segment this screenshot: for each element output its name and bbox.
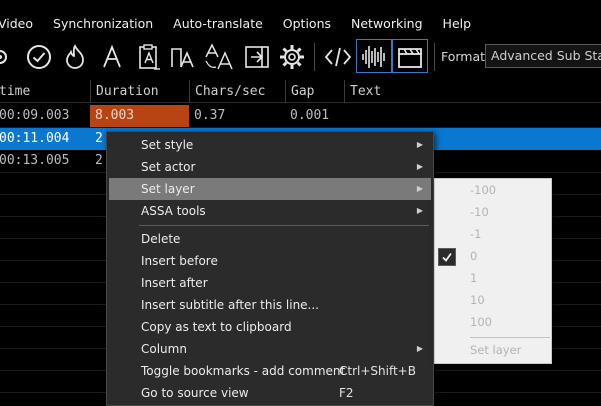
toolbar: Format Advanced Sub Station Alpha [0,38,601,76]
layer-option[interactable]: 10 [435,289,551,311]
app-window: Video Synchronization Auto-translate Opt… [0,0,601,406]
menu-item-column[interactable]: Column ▶ [109,338,431,360]
grid-header: time Duration Chars/sec Gap Text [0,80,601,103]
toolbar-separator [314,43,315,71]
layer-option-checked[interactable]: 0 [435,245,551,267]
layer-option-label: -100 [470,183,497,197]
menu-item-label: Go to source view [141,386,249,400]
toolbar-separator [434,43,435,71]
menu-item-label: Insert subtitle after this line... [141,298,319,312]
menu-bar: Video Synchronization Auto-translate Opt… [0,10,601,38]
menu-item-label: Delete [141,232,181,246]
menu-item-label: Insert after [141,276,208,290]
settings-partial-icon[interactable] [0,38,14,76]
menu-options[interactable]: Options [273,10,341,38]
font-letter-icon[interactable] [98,38,126,76]
menu-item-go-to-source-view[interactable]: Go to source view F2 [109,382,431,404]
menu-item-insert-after[interactable]: Insert after [109,272,431,294]
menu-item-label: Set style [141,138,194,152]
translate-letters-icon[interactable] [204,38,236,76]
menu-item-label: Copy as text to clipboard [141,320,292,334]
checkmark-icon [438,248,456,266]
layer-option[interactable]: -10 [435,201,551,223]
menu-item-label: Column [141,342,187,356]
menu-item-label: ASSA tools [141,204,206,218]
submenu-arrow-icon: ▶ [416,184,423,193]
format-select[interactable]: Advanced Sub Station Alpha [485,44,601,68]
layer-option-label: 10 [470,293,485,307]
menu-item-toggle-bookmarks[interactable]: Toggle bookmarks - add comment Ctrl+Shif… [109,360,431,382]
column-header-end-time[interactable]: time [0,80,90,103]
cell-gap: 0.001 [290,108,330,123]
layer-option[interactable]: 1 [435,267,551,289]
clipboard-text-icon[interactable] [134,38,164,76]
grid-context-menu: Set style ▶ Set actor ▶ Set layer ▶ ASSA… [106,131,434,406]
clapperboard-icon[interactable] [394,38,426,76]
submenu-arrow-icon: ▶ [416,344,423,353]
menu-item-set-layer[interactable]: Set layer ▶ [109,178,431,200]
layer-option-label: 1 [470,271,478,285]
menu-item-assa-tools[interactable]: ASSA tools ▶ [109,200,431,222]
menu-item-insert-before[interactable]: Insert before [109,250,431,272]
menu-video[interactable]: Video [0,10,43,38]
menu-item-label: Insert before [141,254,218,268]
layer-option-label: -10 [470,205,489,219]
table-row[interactable]: 00:09.003 8.003 0.37 0.001 [0,105,601,127]
layer-option[interactable]: -100 [435,179,551,201]
column-header-text[interactable]: Text [344,80,601,103]
clipboard-letters-icon[interactable] [168,38,198,76]
menu-item-shortcut: Ctrl+Shift+B [339,364,416,378]
menu-item-label: Set actor [141,160,196,174]
menu-help[interactable]: Help [433,10,482,38]
set-layer-custom[interactable]: Set layer [435,339,551,361]
column-header-chars-sec[interactable]: Chars/sec [189,80,285,103]
menu-item-copy-as-text[interactable]: Copy as text to clipboard [109,316,431,338]
layer-option-label: 0 [470,249,478,263]
column-header-duration[interactable]: Duration [90,80,189,103]
layer-option-label: 100 [470,315,492,329]
menu-item-set-actor[interactable]: Set actor ▶ [109,156,431,178]
menu-separator [139,225,429,226]
cell-end-time: 00:09.003 [0,108,70,123]
layer-option[interactable]: -1 [435,223,551,245]
flame-icon[interactable] [60,38,90,76]
cell-text [344,105,601,127]
layer-option[interactable]: 100 [435,311,551,333]
set-layer-submenu: -100 -10 -1 0 1 10 100 Set layer [434,178,552,364]
menu-item-delete[interactable]: Delete [109,228,431,250]
format-label: Format [441,49,486,64]
menu-networking[interactable]: Networking [341,10,433,38]
submenu-arrow-icon: ▶ [416,162,423,171]
menu-item-label: Set layer [141,182,195,196]
submenu-arrow-icon: ▶ [416,206,423,215]
menu-separator [470,337,550,338]
source-code-icon[interactable] [322,38,354,76]
set-layer-label: Set layer [470,343,522,357]
menu-item-set-style[interactable]: Set style ▶ [109,134,431,156]
submenu-arrow-icon: ▶ [416,140,423,149]
menu-item-insert-subtitle-after[interactable]: Insert subtitle after this line... [109,294,431,316]
cell-chars-sec: 0.37 [194,108,226,123]
import-arrow-icon[interactable] [242,38,272,76]
menu-item-shortcut: F2 [339,386,354,400]
menu-synchronization[interactable]: Synchronization [43,10,163,38]
cell-duration: 8.003 [90,105,189,127]
waveform-icon[interactable] [358,38,390,76]
column-header-gap[interactable]: Gap [285,80,344,103]
gear-icon[interactable] [277,38,307,76]
cell-end-time: 00:13.005 [0,153,70,168]
check-circle-icon[interactable] [24,38,54,76]
layer-option-label: -1 [470,227,482,241]
menu-item-label: Toggle bookmarks - add comment [141,364,346,378]
row-divider [0,127,601,128]
menu-auto-translate[interactable]: Auto-translate [163,10,273,38]
cell-end-time: 00:11.004 [0,131,70,146]
